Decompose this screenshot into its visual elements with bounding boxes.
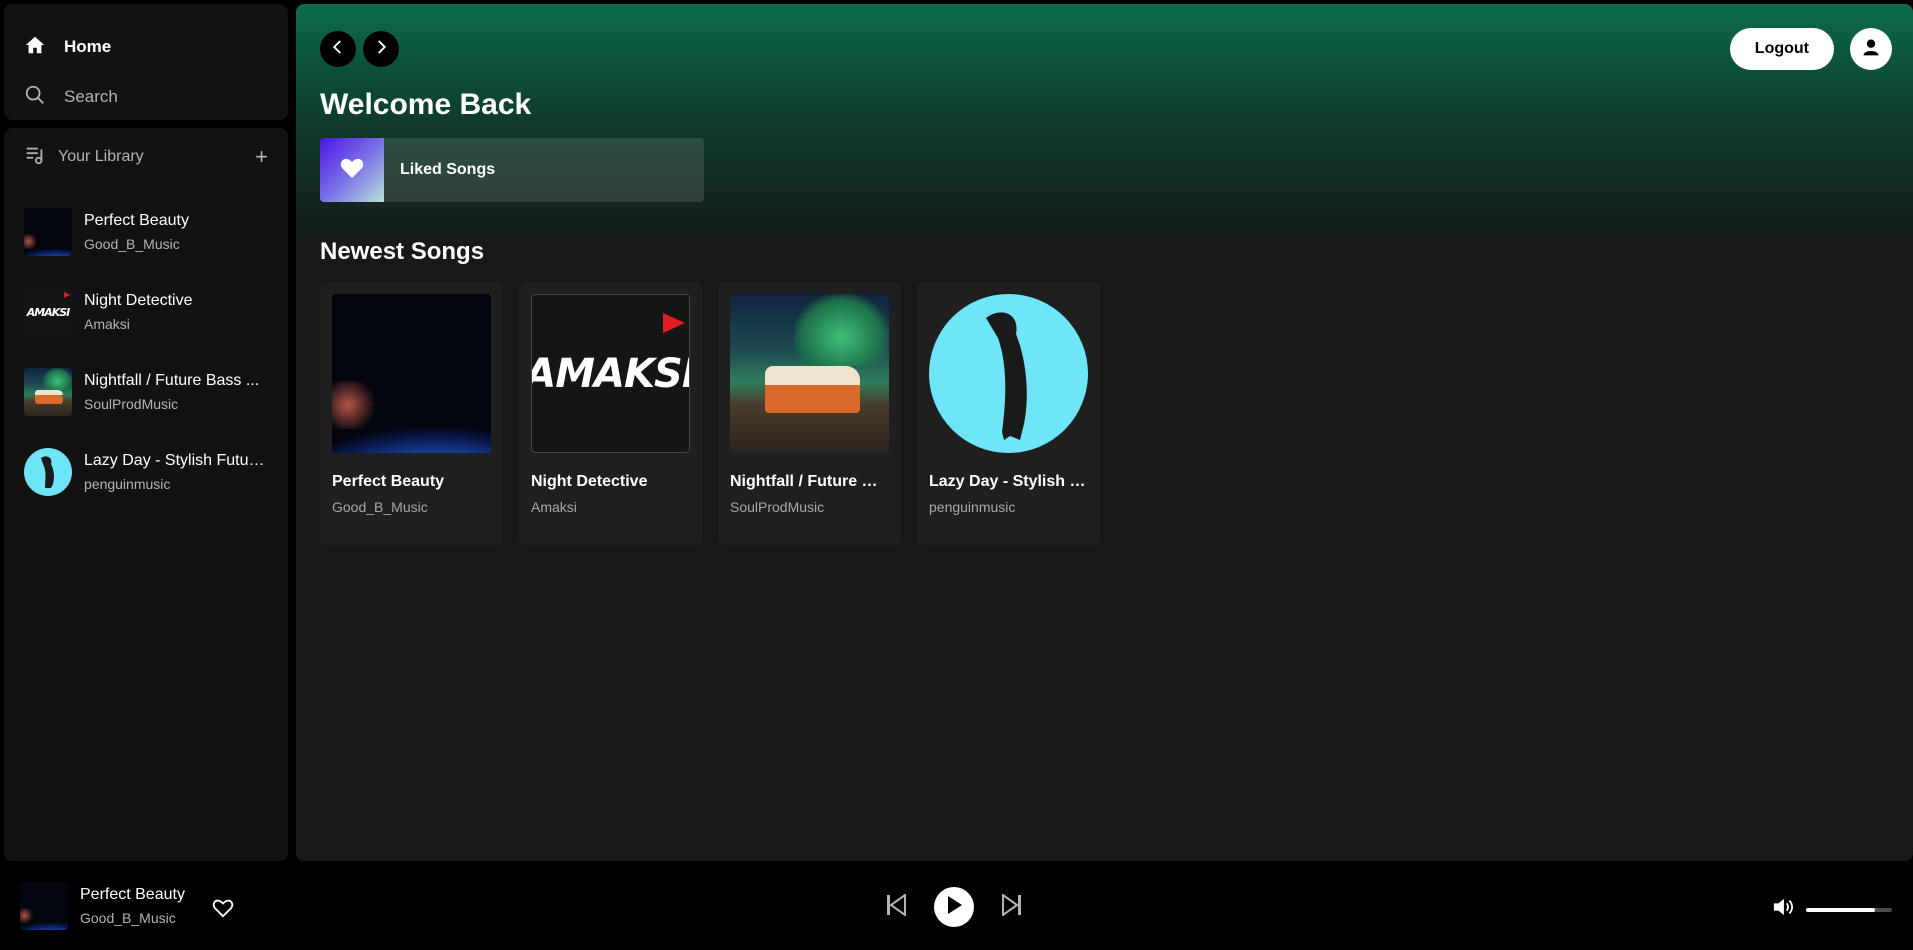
library-icon: [24, 144, 46, 171]
nav-search-label: Search: [64, 87, 118, 106]
profile-button[interactable]: [1850, 28, 1892, 70]
newest-songs-grid: Perfect Beauty Good_B_Music AMAKSI Night…: [320, 282, 1100, 545]
song-card[interactable]: AMAKSI Night Detective Amaksi: [519, 282, 702, 545]
album-art: AMAKSI: [531, 294, 690, 453]
library-item[interactable]: AMAKSI Night Detective Amaksi: [24, 272, 268, 352]
now-playing: Perfect Beauty Good_B_Music: [20, 882, 185, 930]
song-card-title: Nightfall / Future Ba...: [730, 473, 889, 490]
user-icon: [1861, 37, 1881, 62]
album-art: AMAKSI: [24, 288, 72, 336]
liked-songs-art: [320, 138, 384, 202]
song-card-title: Lazy Day - Stylish F...: [929, 473, 1088, 490]
song-card-artist: penguinmusic: [929, 499, 1016, 515]
album-art: [929, 294, 1088, 453]
song-card-artist: Amaksi: [531, 499, 577, 515]
amaksi-logo: AMAKSI: [26, 305, 71, 319]
album-art: [24, 368, 72, 416]
library-item-title: Lazy Day - Stylish Futuri...: [84, 452, 268, 469]
player-bar: Perfect Beauty Good_B_Music: [0, 861, 1913, 950]
song-card-artist: SoulProdMusic: [730, 499, 825, 515]
liked-songs-tile[interactable]: Liked Songs: [320, 138, 704, 202]
page-title: Welcome Back: [320, 88, 532, 121]
section-title: Newest Songs: [320, 238, 485, 265]
library-title: Your Library: [58, 148, 144, 165]
album-art: [332, 294, 491, 453]
library-item-artist: penguinmusic: [84, 476, 171, 492]
main-content: Logout Welcome Back Liked Songs Newest S…: [296, 4, 1913, 861]
song-card[interactable]: Perfect Beauty Good_B_Music: [320, 282, 503, 545]
library-item-artist: SoulProdMusic: [84, 396, 179, 412]
nav-home-label: Home: [64, 37, 112, 56]
sidebar-nav: Home Search: [4, 4, 288, 120]
song-card-title: Perfect Beauty: [332, 473, 445, 490]
heart-outline-icon: [212, 899, 234, 922]
album-art: [24, 208, 72, 256]
library-item-title: Nightfall / Future Bass ...: [84, 372, 260, 389]
skip-back-icon: [886, 892, 906, 921]
play-button[interactable]: [934, 887, 974, 927]
add-library-button[interactable]: +: [255, 144, 268, 170]
volume-control: [1772, 897, 1892, 922]
library-item[interactable]: Lazy Day - Stylish Futuri... penguinmusi…: [24, 432, 268, 512]
amaksi-logo: AMAKSI: [531, 350, 690, 397]
library-item-title: Night Detective: [84, 292, 193, 309]
next-button[interactable]: [1002, 892, 1022, 921]
library-item-artist: Good_B_Music: [84, 236, 180, 252]
now-playing-art: [20, 882, 68, 930]
nav-search[interactable]: Search: [24, 72, 268, 122]
skip-forward-icon: [1002, 892, 1022, 921]
home-icon: [24, 34, 46, 61]
song-card[interactable]: Lazy Day - Stylish F... penguinmusic: [917, 282, 1100, 545]
library-item-artist: Amaksi: [84, 316, 130, 332]
chevron-left-icon: [329, 38, 347, 61]
library-panel: Your Library + Perfect Beauty Good_B_Mus…: [4, 128, 288, 861]
playback-controls: [886, 887, 1022, 927]
song-card-title: Night Detective: [531, 473, 648, 490]
volume-fill: [1806, 907, 1875, 912]
like-button[interactable]: [212, 898, 234, 923]
chevron-right-icon: [372, 38, 390, 61]
song-card-artist: Good_B_Music: [332, 499, 428, 515]
album-art: [24, 448, 72, 496]
nav-home[interactable]: Home: [24, 22, 268, 72]
logout-button[interactable]: Logout: [1729, 28, 1834, 70]
album-art: [730, 294, 889, 453]
song-card[interactable]: Nightfall / Future Ba... SoulProdMusic: [718, 282, 901, 545]
now-playing-artist: Good_B_Music: [80, 910, 176, 926]
back-button[interactable]: [320, 31, 356, 67]
liked-songs-label: Liked Songs: [400, 161, 496, 178]
forward-button[interactable]: [363, 31, 399, 67]
play-icon: [945, 895, 963, 920]
library-header[interactable]: Your Library +: [24, 142, 268, 172]
previous-button[interactable]: [886, 892, 906, 921]
library-list: Perfect Beauty Good_B_Music AMAKSI Night…: [24, 192, 268, 512]
library-item[interactable]: Nightfall / Future Bass ... SoulProdMusi…: [24, 352, 268, 432]
library-item-title: Perfect Beauty: [84, 212, 189, 229]
volume-slider[interactable]: [1806, 907, 1892, 912]
heart-icon: [340, 157, 364, 184]
volume-icon[interactable]: [1772, 897, 1794, 922]
now-playing-title: Perfect Beauty: [80, 886, 185, 903]
library-item[interactable]: Perfect Beauty Good_B_Music: [24, 192, 268, 272]
search-icon: [24, 84, 46, 111]
